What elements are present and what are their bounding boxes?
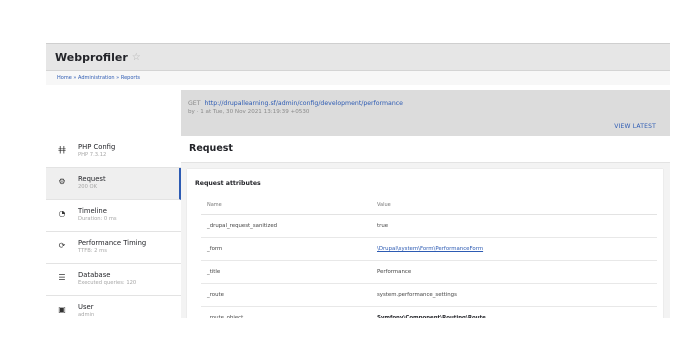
panel-sidebar: ǂǂ PHP Config PHP 7.3.12 ⚙ Request 200 O… [46,136,181,318]
panel-content: Request Request attributes Name Value _d… [181,136,670,318]
attribute-name: _title [201,260,371,284]
star-icon[interactable]: ☆ [132,52,141,63]
sidebar-item-php-config[interactable]: ǂǂ PHP Config PHP 7.3.12 [46,136,181,168]
column-header-value: Value [371,196,657,215]
card-title: Request attributes [195,180,261,187]
sidebar-item-request[interactable]: ⚙ Request 200 OK [46,168,181,200]
php-icon: ǂǂ [58,145,66,154]
table-row: _drupal_request_sanitized true [201,214,657,238]
attribute-name: _drupal_request_sanitized [201,214,371,238]
sidebar-item-label: Timeline [78,207,107,215]
table-row: _route system.performance_settings [201,283,657,307]
attribute-value: system.performance_settings [371,283,657,307]
table-header-row: Name Value [201,196,657,215]
profiler-window: Webprofiler ☆ Home » Administration » Re… [46,43,670,318]
attributes-table: Name Value _drupal_request_sanitized tru… [201,196,657,318]
request-url-link[interactable]: http://drupallearning.sf/admin/config/de… [204,100,403,107]
sidebar-item-sub: TTFB: 2 ms [78,248,107,254]
sidebar-item-label: Database [78,271,111,279]
sidebar-item-label: PHP Config [78,143,116,151]
sidebar-item-label: Performance Timing [78,239,147,247]
view-latest-link[interactable]: VIEW LATEST [614,123,656,130]
table-row: _form \Drupal\system\Form\PerformanceFor… [201,237,657,261]
site-title: Webprofiler [55,50,128,64]
table-row: _route_object Symfony\Component\Routing\… [201,306,657,318]
stopwatch-icon: ◔ [58,209,66,218]
sidebar-item-label: User [78,303,94,311]
sidebar-item-database[interactable]: ☰ Database Executed queries: 120 [46,264,181,296]
page-title: Request [181,136,670,163]
site-header: Webprofiler ☆ [46,44,670,71]
sidebar-item-sub: PHP 7.3.12 [78,152,107,158]
gears-icon: ⚙ [58,177,66,186]
sidebar-item-sub: Duration: 0 ms [78,216,117,222]
attribute-name: _route [201,283,371,307]
attribute-name: _route_object [201,306,371,318]
breadcrumb[interactable]: Home » Administration » Reports [46,71,670,85]
sidebar-item-sub: 200 OK [78,184,98,190]
performance-icon: ⟳ [58,241,66,250]
column-header-name: Name [201,196,371,215]
sidebar-item-sub: admin [78,312,95,318]
sidebar-item-performance-timing[interactable]: ⟳ Performance Timing TTFB: 2 ms [46,232,181,264]
request-url-line: GET http://drupallearning.sf/admin/confi… [188,100,403,107]
request-attributes-card: Request attributes Name Value _drupal_re… [187,169,663,318]
attribute-value-link[interactable]: \Drupal\system\Form\PerformanceForm [371,237,657,261]
database-icon: ☰ [58,273,66,282]
user-icon: ▣ [58,305,66,314]
request-meta: by · 1 at Tue, 30 Nov 2021 13:19:39 +053… [188,109,310,115]
attribute-value: Symfony\Component\Routing\Route [371,306,657,318]
attribute-value: Performance [371,260,657,284]
attribute-value: true [371,214,657,238]
attribute-name: _form [201,237,371,261]
request-method: GET [188,100,201,107]
sidebar-item-user[interactable]: ▣ User admin [46,296,181,318]
sidebar-item-label: Request [78,175,106,183]
sidebar-item-sub: Executed queries: 120 [78,280,137,286]
table-row: _title Performance [201,260,657,284]
sidebar-item-timeline[interactable]: ◔ Timeline Duration: 0 ms [46,200,181,232]
